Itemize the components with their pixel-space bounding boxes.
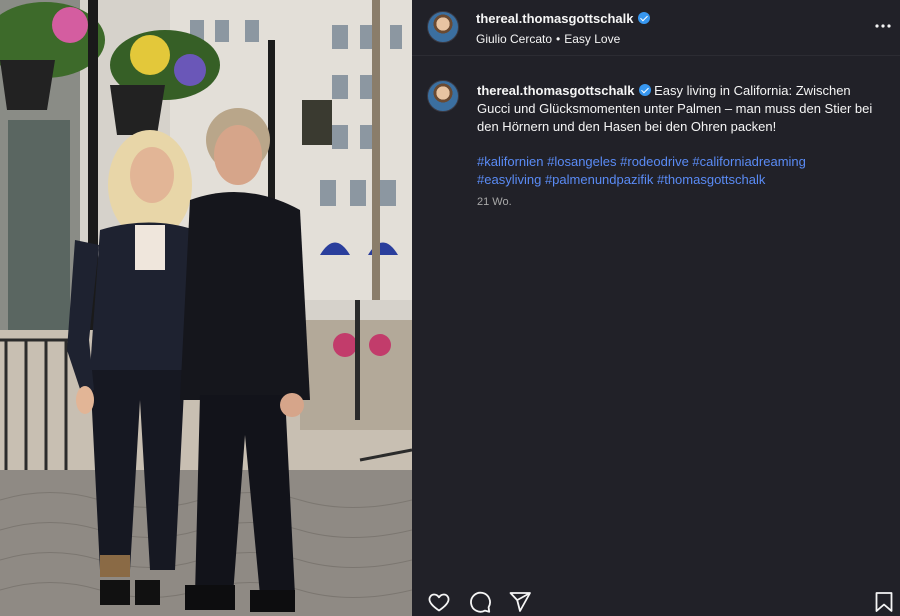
caption-username[interactable]: thereal.thomasgottschalk [477,83,635,98]
comment-icon[interactable] [468,590,492,614]
audio-artist[interactable]: Giulio Cercato [476,32,552,46]
post-photo[interactable] [0,0,412,616]
post-actions-bar [412,584,900,616]
hashtag-link[interactable]: #palmenundpazifik [545,172,653,187]
more-options-icon[interactable] [874,16,892,36]
caption-author-avatar[interactable] [427,80,459,112]
author-username-text[interactable]: thereal.thomasgottschalk [476,11,634,26]
author-avatar[interactable] [427,11,459,43]
hashtag-link[interactable]: #californiadreaming [692,154,805,169]
share-icon[interactable] [508,590,532,614]
hashtag-link[interactable]: #kalifornien [477,154,544,169]
heart-icon[interactable] [427,590,451,614]
hashtag-link[interactable]: #losangeles [547,154,616,169]
post-timestamp[interactable]: 21 Wo. [477,196,512,208]
author-username[interactable]: thereal.thomasgottschalk [476,11,650,26]
audio-track[interactable]: Giulio Cercato • Easy Love [476,32,620,46]
verified-badge-icon [637,12,650,24]
verified-badge-icon [638,84,651,96]
audio-separator: • [556,32,561,46]
hashtag-link[interactable]: #rodeodrive [620,154,689,169]
post-details-panel: thereal.thomasgottschalk Giulio Cercato •… [412,0,900,616]
caption: thereal.thomasgottschalk Easy living in … [477,82,887,136]
hashtag-link[interactable]: #easyliving [477,172,541,187]
bookmark-icon[interactable] [872,590,896,614]
audio-title[interactable]: Easy Love [564,32,620,46]
post-header: thereal.thomasgottschalk Giulio Cercato •… [412,0,900,56]
hashtag-list: #kalifornien #losangeles #rodeodrive #ca… [477,153,887,189]
hashtag-link[interactable]: #thomasgottschalk [657,172,765,187]
